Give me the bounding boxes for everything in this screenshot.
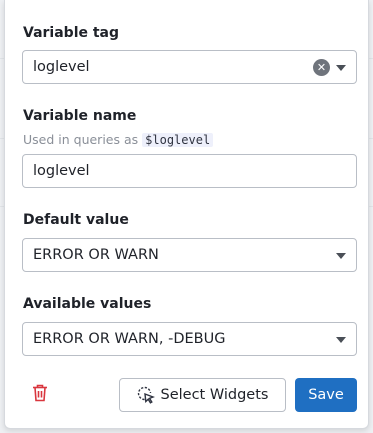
delete-icon[interactable] (32, 384, 48, 402)
default-value-selected: ERROR OR WARN (33, 247, 159, 263)
available-values-label: Available values (23, 296, 152, 312)
variable-name-hint: Used in queries as $loglevel (23, 132, 214, 147)
available-values-select[interactable]: ERROR OR WARN, -DEBUG (22, 322, 357, 356)
chevron-down-icon[interactable] (336, 65, 346, 71)
available-values-selected: ERROR OR WARN, -DEBUG (33, 331, 226, 347)
variable-name-input[interactable]: loglevel (22, 154, 357, 188)
select-widgets-button[interactable]: Select Widgets (119, 378, 286, 412)
variable-name-value: loglevel (33, 163, 90, 179)
variable-editor-panel: Variable tag loglevel ✕ Variable name Us… (4, 0, 369, 429)
default-value-label: Default value (23, 212, 129, 228)
variable-tag-label: Variable tag (23, 25, 120, 41)
clear-icon[interactable]: ✕ (313, 59, 330, 76)
cursor-select-icon (137, 386, 155, 404)
save-button[interactable]: Save (295, 378, 357, 412)
save-label: Save (308, 387, 344, 403)
chevron-down-icon[interactable] (336, 337, 346, 343)
variable-name-label: Variable name (23, 108, 137, 124)
select-widgets-label: Select Widgets (160, 387, 269, 403)
query-token: $loglevel (142, 133, 214, 147)
chevron-down-icon[interactable] (336, 253, 346, 259)
variable-tag-select[interactable]: loglevel ✕ (22, 50, 357, 84)
default-value-select[interactable]: ERROR OR WARN (22, 238, 357, 272)
variable-tag-value: loglevel (33, 59, 90, 75)
hint-text: Used in queries as (23, 132, 139, 147)
